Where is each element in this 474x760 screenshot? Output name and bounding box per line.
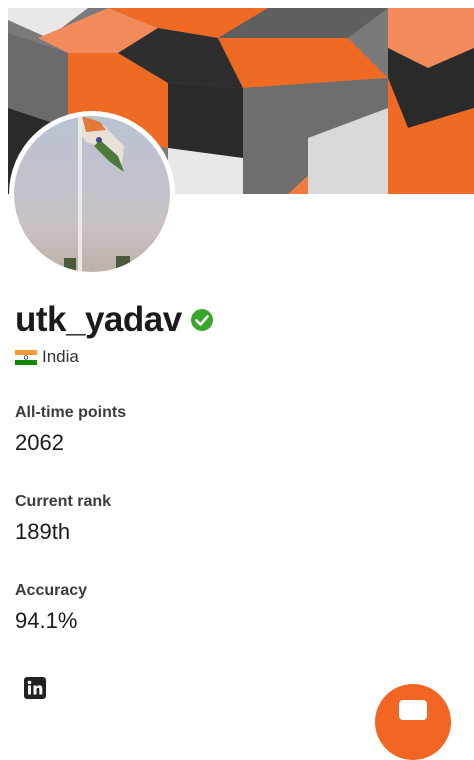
- username-row: utk_yadav: [15, 298, 214, 342]
- accuracy-value: 94.1%: [15, 608, 78, 633]
- all-time-points-value: 2062: [15, 430, 64, 455]
- accuracy-label: Accuracy: [15, 582, 88, 599]
- verified-check-icon: [190, 308, 214, 332]
- floating-action-button[interactable]: [375, 684, 451, 760]
- chat-icon: [399, 700, 427, 720]
- all-time-points-label: All-time points: [15, 404, 127, 421]
- profile-avatar[interactable]: [9, 111, 175, 277]
- country-name: India: [42, 347, 79, 366]
- india-flag-icon: [15, 349, 37, 365]
- linkedin-icon[interactable]: [24, 677, 46, 699]
- username: utk_yadav: [15, 300, 182, 339]
- current-rank-label: Current rank: [15, 493, 112, 510]
- country-row: India: [15, 347, 79, 367]
- current-rank-value: 189th: [15, 519, 71, 544]
